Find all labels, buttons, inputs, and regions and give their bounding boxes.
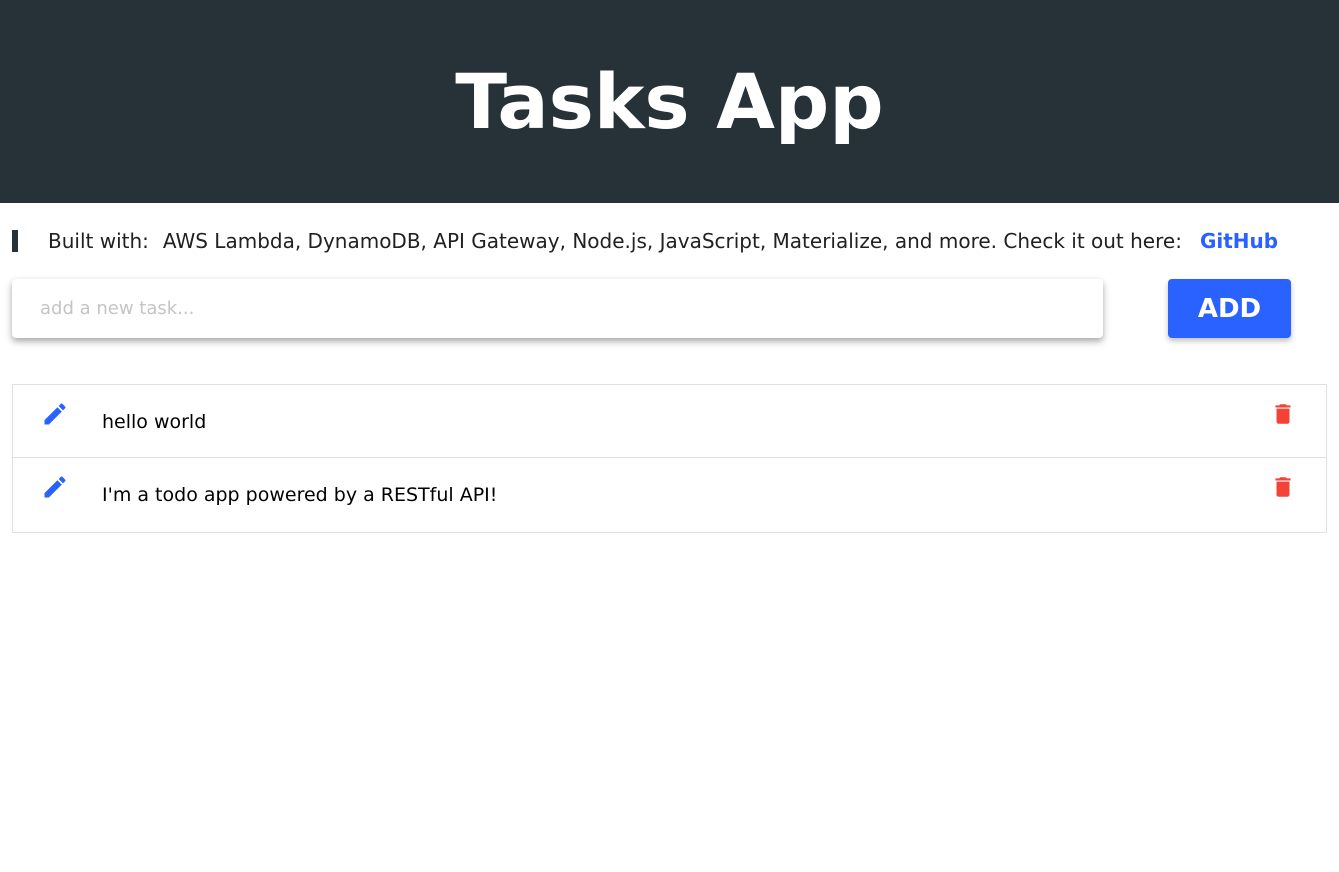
app-header: Tasks App (0, 0, 1339, 203)
task-item: I'm a todo app powered by a RESTful API! (13, 458, 1326, 532)
quote-bar (12, 230, 18, 252)
github-link[interactable]: GitHub (1200, 229, 1278, 253)
task-list: hello world I'm a todo app powered by a … (12, 384, 1327, 533)
built-with-note: Built with: AWS Lambda, DynamoDB, API Ga… (12, 229, 1278, 253)
built-with-label: Built with: (48, 229, 149, 253)
pencil-icon[interactable] (41, 473, 69, 501)
task-item: hello world (13, 385, 1326, 458)
new-task-input[interactable] (12, 279, 1103, 338)
built-with-technologies: AWS Lambda, DynamoDB, API Gateway, Node.… (162, 229, 1182, 253)
task-text: I'm a todo app powered by a RESTful API! (102, 484, 498, 506)
new-task-form: ADD (12, 279, 1291, 338)
trash-icon[interactable] (1270, 400, 1296, 428)
pencil-icon[interactable] (41, 400, 69, 428)
task-text: hello world (102, 411, 207, 433)
add-task-button[interactable]: ADD (1168, 279, 1291, 338)
trash-icon[interactable] (1270, 473, 1296, 501)
page-title: Tasks App (455, 57, 884, 146)
